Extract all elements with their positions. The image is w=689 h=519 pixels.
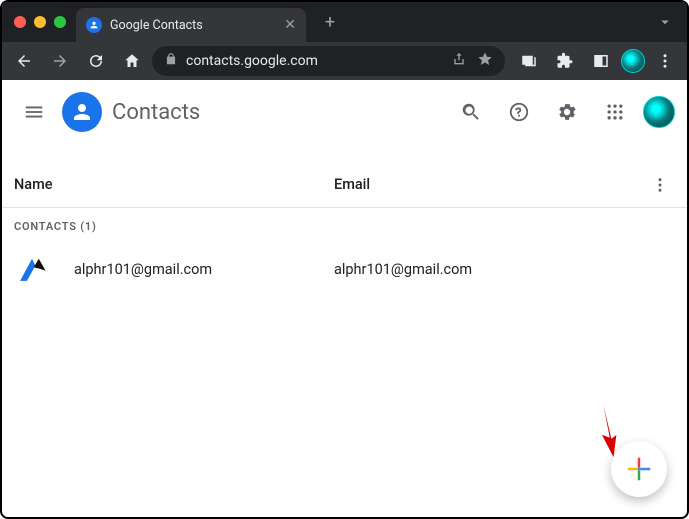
contact-row[interactable]: alphr101@gmail.com alphr101@gmail.com xyxy=(2,241,687,297)
main-menu-button[interactable] xyxy=(14,92,54,132)
sidepanel-icon[interactable] xyxy=(585,45,617,77)
share-icon[interactable] xyxy=(451,51,467,71)
url-text: contacts.google.com xyxy=(186,53,318,69)
extensions-icon[interactable] xyxy=(549,45,581,77)
contacts-section-label: CONTACTS (1) xyxy=(2,208,687,241)
window-controls xyxy=(10,16,76,28)
bookmark-star-icon[interactable] xyxy=(477,51,493,71)
browser-toolbar: contacts.google.com xyxy=(2,42,687,80)
settings-button[interactable] xyxy=(547,92,587,132)
lock-icon xyxy=(164,52,178,70)
contact-name: alphr101@gmail.com xyxy=(74,261,334,278)
tab-overview-icon[interactable] xyxy=(513,45,545,77)
tabs-dropdown-icon[interactable] xyxy=(651,8,679,36)
contacts-logo-icon xyxy=(62,92,102,132)
google-apps-button[interactable] xyxy=(595,92,635,132)
account-avatar[interactable] xyxy=(643,96,675,128)
nav-reload-button[interactable] xyxy=(80,45,112,77)
new-tab-button[interactable]: + xyxy=(316,8,344,36)
tab-close-icon[interactable]: ✕ xyxy=(284,17,296,33)
browser-profile-avatar[interactable] xyxy=(621,49,645,73)
column-name-header: Name xyxy=(14,176,334,193)
window-minimize-button[interactable] xyxy=(34,16,46,28)
tab-title: Google Contacts xyxy=(110,18,203,33)
help-button[interactable] xyxy=(499,92,539,132)
app-title: Contacts xyxy=(112,100,200,125)
window-close-button[interactable] xyxy=(14,16,26,28)
browser-tab-strip: Google Contacts ✕ + xyxy=(2,2,687,42)
list-options-button[interactable] xyxy=(645,176,675,194)
column-email-header: Email xyxy=(334,176,645,193)
nav-forward-button[interactable] xyxy=(44,45,76,77)
address-bar[interactable]: contacts.google.com xyxy=(152,46,505,76)
search-button[interactable] xyxy=(451,92,491,132)
tab-favicon-icon xyxy=(86,17,102,33)
window-fullscreen-button[interactable] xyxy=(54,16,66,28)
contact-avatar-icon xyxy=(14,251,50,287)
browser-menu-icon[interactable] xyxy=(649,45,681,77)
browser-tab-active[interactable]: Google Contacts ✕ xyxy=(76,8,306,42)
nav-home-button[interactable] xyxy=(116,45,148,77)
app-header: Contacts xyxy=(2,80,687,144)
nav-back-button[interactable] xyxy=(8,45,40,77)
contact-email: alphr101@gmail.com xyxy=(334,261,675,278)
list-column-header: Name Email xyxy=(2,162,687,208)
